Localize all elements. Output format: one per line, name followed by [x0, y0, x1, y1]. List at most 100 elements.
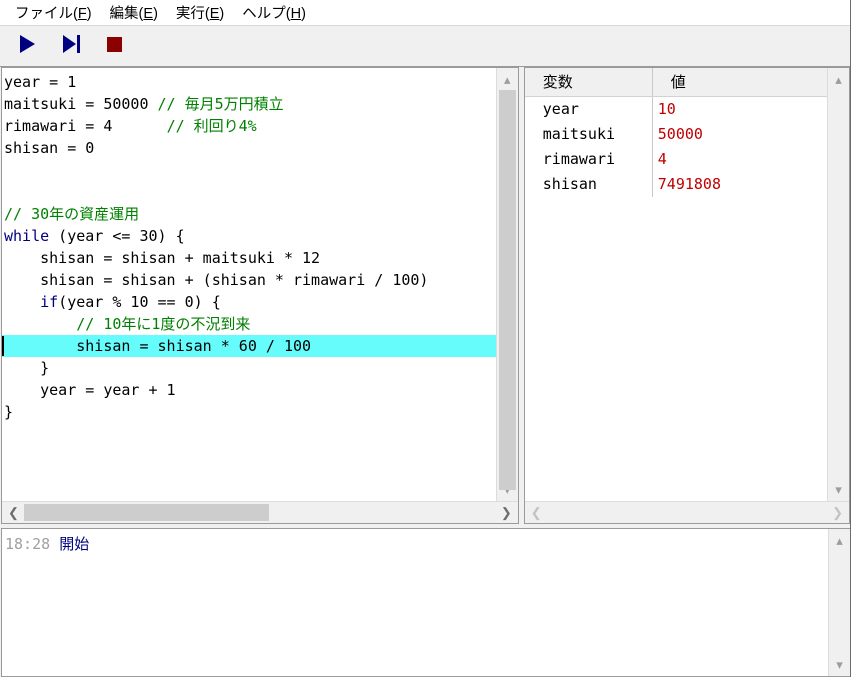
application-window: ファイル(F) 編集(E) 実行(E) ヘルプ(H) year = 1 maits…: [0, 0, 851, 677]
scroll-up-icon[interactable]: ▴: [835, 68, 842, 91]
code-text: shisan = shisan + (shisan * rimawari / 1…: [4, 271, 429, 289]
code-text: year = 1: [4, 73, 77, 91]
menu-item-file[interactable]: ファイル(F): [6, 1, 101, 25]
code-line[interactable]: shisan = shisan + maitsuki * 12: [2, 247, 496, 269]
variables-table: 変数 値 year 10 maitsuki 50000 rimawari 4 shisan 7…: [524, 68, 827, 501]
variable-name: shisan: [542, 175, 597, 193]
menu-item-run-label: 実行: [175, 5, 205, 22]
code-comment: // 毎月5万円積立: [157, 95, 284, 113]
scroll-left-icon[interactable]: ❮: [525, 505, 548, 521]
console-message: 開始: [59, 535, 90, 553]
code-text: (year % 10 == 0) {: [58, 293, 221, 311]
upper-split-area: year = 1 maitsuki = 50000 // 毎月5万円積立 rimaw…: [0, 67, 850, 524]
menu-item-edit[interactable]: 編集(E): [101, 1, 167, 25]
code-text: }: [4, 403, 14, 421]
code-line[interactable]: year = 1: [2, 71, 496, 93]
code-line[interactable]: [2, 159, 496, 181]
scroll-left-icon[interactable]: ❮: [2, 505, 25, 521]
code-line[interactable]: maitsuki = 50000 // 毎月5万円積立: [2, 93, 496, 115]
scroll-down-icon[interactable]: ▾: [836, 653, 843, 676]
menu-item-help[interactable]: ヘルプ(H): [233, 1, 315, 25]
menu-item-help-accel: H: [290, 5, 302, 22]
variable-value: 4: [657, 150, 667, 168]
editor-vertical-scrollbar[interactable]: ▴ ▾: [495, 68, 518, 501]
step-button[interactable]: [58, 33, 84, 59]
code-text: shisan = shisan + maitsuki * 12: [4, 249, 321, 267]
code-comment: // 30年の資産運用: [4, 205, 140, 223]
toolbar: [0, 26, 850, 67]
console-vertical-scrollbar[interactable]: ▴ ▾: [828, 529, 850, 676]
column-header-value: 値: [651, 68, 827, 96]
menu-item-file-accel: F: [77, 5, 87, 22]
variable-name: year: [542, 100, 579, 118]
code-editor-body: year = 1 maitsuki = 50000 // 毎月5万円積立 rimaw…: [2, 68, 518, 501]
menu-item-run[interactable]: 実行(E): [167, 1, 233, 25]
code-keyword: if: [40, 293, 59, 311]
code-text: year = year + 1: [4, 381, 176, 399]
editor-horizontal-scrollbar[interactable]: ❮ ❯: [2, 501, 518, 523]
code-line[interactable]: rimawari = 4 // 利回り4%: [2, 115, 496, 137]
menu-item-run-accel: E: [209, 5, 220, 22]
scroll-right-icon[interactable]: ❯: [826, 505, 849, 521]
menu-item-edit-label: 編集: [109, 5, 139, 22]
code-line[interactable]: while (year <= 30) {: [2, 225, 496, 247]
console-output[interactable]: 18:28 開始: [2, 529, 828, 676]
step-forward-icon: [60, 33, 82, 60]
code-text: shisan = shisan * 60 / 100: [4, 337, 312, 355]
variable-value: 10: [657, 100, 676, 118]
variable-value: 50000: [657, 125, 703, 143]
code-line[interactable]: year = year + 1: [2, 379, 496, 401]
code-comment: // 10年に1度の不況到来: [4, 315, 251, 333]
scroll-right-icon[interactable]: ❯: [495, 505, 518, 521]
console-timestamp: 18:28: [5, 535, 60, 553]
variables-body: 変数 値 year 10 maitsuki 50000 rimawari 4 shisan 7…: [524, 68, 849, 501]
editor-hscroll-thumb[interactable]: [24, 504, 269, 521]
variable-name: maitsuki: [542, 125, 616, 143]
variable-row[interactable]: shisan 7491808: [525, 172, 827, 197]
variable-row[interactable]: year 10: [525, 97, 827, 122]
code-line[interactable]: shisan = 0: [2, 137, 496, 159]
scroll-down-icon[interactable]: ▾: [835, 478, 842, 501]
console-line: 18:28 開始: [5, 533, 828, 555]
variables-vertical-scrollbar[interactable]: ▴ ▾: [827, 68, 849, 501]
code-text: maitsuki = 50000: [4, 95, 158, 113]
menu-bar: ファイル(F) 編集(E) 実行(E) ヘルプ(H): [0, 0, 850, 26]
code-line-highlighted[interactable]: shisan = shisan * 60 / 100: [2, 335, 496, 357]
variables-column-divider: [651, 97, 653, 197]
code-text: }: [4, 359, 50, 377]
code-line[interactable]: }: [2, 357, 496, 379]
code-comment: // 利回り4%: [166, 117, 257, 135]
stop-button[interactable]: [102, 33, 128, 59]
variable-name: rimawari: [542, 150, 616, 168]
code-line[interactable]: }: [2, 401, 496, 423]
variables-rows: year 10 maitsuki 50000 rimawari 4 shisan 749180…: [525, 97, 827, 197]
code-editor-pane: year = 1 maitsuki = 50000 // 毎月5万円積立 rimaw…: [1, 67, 519, 524]
code-line[interactable]: // 30年の資産運用: [2, 203, 496, 225]
play-icon: [16, 33, 38, 60]
code-keyword: while: [4, 227, 50, 245]
code-text: (year <= 30) {: [49, 227, 185, 245]
menu-item-edit-accel: E: [143, 5, 154, 22]
variable-row[interactable]: maitsuki 50000: [525, 122, 827, 147]
code-text: rimawari = 4: [4, 117, 167, 135]
run-button[interactable]: [14, 33, 40, 59]
stop-square-icon: [104, 33, 126, 60]
menu-item-help-label: ヘルプ: [242, 5, 286, 22]
code-editor-text[interactable]: year = 1 maitsuki = 50000 // 毎月5万円積立 rimaw…: [2, 68, 496, 501]
scroll-up-icon[interactable]: ▴: [836, 529, 843, 552]
variables-pane: 変数 値 year 10 maitsuki 50000 rimawari 4 shisan 7…: [523, 67, 850, 524]
variable-value: 7491808: [657, 175, 721, 193]
code-line[interactable]: // 10年に1度の不況到来: [2, 313, 496, 335]
variable-row[interactable]: rimawari 4: [525, 147, 827, 172]
code-line[interactable]: if(year % 10 == 0) {: [2, 291, 496, 313]
variables-table-header: 変数 値: [524, 68, 827, 97]
code-line[interactable]: shisan = shisan + (shisan * rimawari / 1…: [2, 269, 496, 291]
column-header-name: 変数: [542, 73, 573, 91]
code-line[interactable]: [2, 181, 496, 203]
console-pane: 18:28 開始 ▴ ▾: [1, 528, 850, 677]
variables-horizontal-scrollbar[interactable]: ❮ ❯: [524, 501, 849, 523]
menu-item-file-label: ファイル: [15, 5, 73, 22]
scroll-up-icon[interactable]: ▴: [504, 68, 511, 91]
editor-vscroll-thumb[interactable]: [498, 90, 516, 490]
